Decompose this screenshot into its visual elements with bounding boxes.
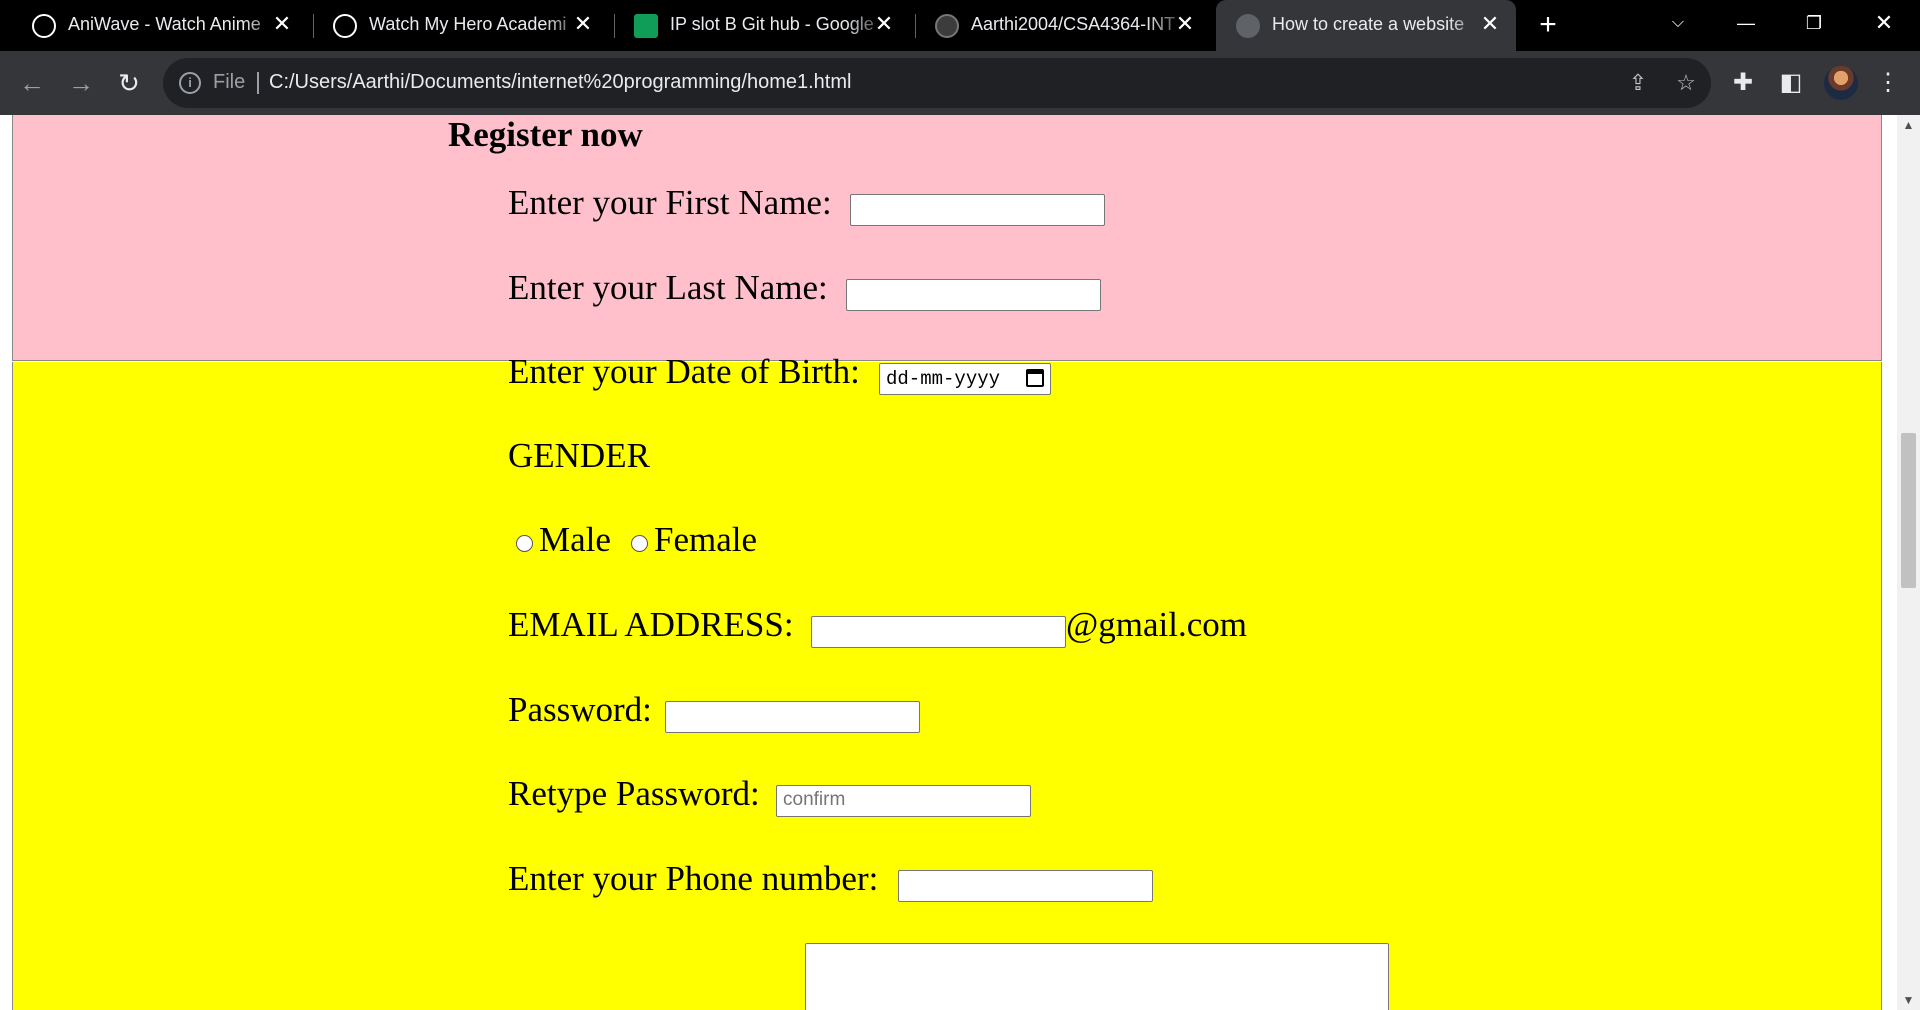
close-icon[interactable]: ✕: [1476, 10, 1504, 38]
bookmark-star-icon[interactable]: ☆: [1673, 70, 1699, 96]
minimize-button[interactable]: —: [1712, 0, 1780, 46]
last-name-input[interactable]: [846, 279, 1101, 311]
forward-arrow-icon[interactable]: →: [61, 63, 101, 103]
close-icon[interactable]: ✕: [1171, 10, 1199, 38]
male-option-label: Male: [539, 520, 611, 559]
address-url[interactable]: C:/Users/Aarthi/Documents/internet%20pro…: [269, 71, 851, 94]
phone-input[interactable]: [898, 870, 1153, 902]
female-option-label: Female: [654, 520, 758, 559]
reload-icon[interactable]: ↻: [109, 63, 149, 103]
tab-active-website[interactable]: How to create a website ✕: [1216, 0, 1516, 51]
tab-aniwave[interactable]: AniWave - Watch Anime ✕: [12, 0, 308, 51]
share-icon[interactable]: ⇪: [1625, 70, 1651, 96]
phone-label: Enter your Phone number:: [508, 859, 879, 898]
new-tab-button[interactable]: +: [1530, 8, 1566, 44]
calendar-icon[interactable]: [1026, 369, 1044, 387]
first-name-label: Enter your First Name:: [508, 183, 832, 222]
gender-label: GENDER: [508, 436, 650, 475]
globe-icon: [1236, 14, 1260, 38]
header-section: [12, 115, 1882, 361]
address-scheme-label: File: [213, 71, 246, 93]
tab-search-chevron-icon[interactable]: ⌵: [1644, 0, 1712, 46]
info-icon[interactable]: i: [179, 72, 201, 94]
tab-title: Watch My Hero Academi: [369, 14, 567, 34]
extensions-puzzle-icon[interactable]: ✚: [1723, 63, 1763, 103]
dob-date-input[interactable]: dd-mm-yyyy: [879, 363, 1051, 395]
email-input[interactable]: [811, 616, 1066, 648]
tab-github[interactable]: Aarthi2004/CSA4364-INT ✕: [915, 0, 1211, 51]
aniwave-logo-icon: [32, 14, 56, 38]
scroll-down-arrow-icon[interactable]: ▼: [1897, 990, 1920, 1010]
profile-avatar[interactable]: [1824, 66, 1858, 100]
close-window-button[interactable]: ✕: [1850, 0, 1918, 46]
first-name-input[interactable]: [850, 194, 1105, 226]
male-radio[interactable]: [516, 535, 533, 552]
form-section: [12, 362, 1882, 1010]
tab-google-sheets[interactable]: IP slot B Git hub - Google ✕: [614, 0, 910, 51]
email-domain-suffix: @gmail.com: [1066, 605, 1247, 644]
menu-kebab-icon[interactable]: ⋮: [1868, 63, 1908, 103]
tab-title: How to create a website: [1272, 14, 1465, 34]
google-sheets-icon: [634, 14, 658, 38]
retype-password-label: Retype Password:: [508, 774, 760, 813]
tab-title: Aarthi2004/CSA4364-INT: [971, 14, 1176, 34]
back-arrow-icon[interactable]: ←: [12, 63, 52, 103]
address-bar[interactable]: i File C:/Users/Aarthi/Documents/interne…: [163, 58, 1711, 108]
close-icon[interactable]: ✕: [870, 10, 898, 38]
close-icon[interactable]: ✕: [268, 10, 296, 38]
aniwave-logo-icon: [333, 14, 357, 38]
restore-button[interactable]: ❐: [1780, 0, 1848, 46]
page-scrollbar[interactable]: ▲ ▼: [1897, 115, 1920, 1010]
password-label: Password:: [508, 690, 652, 729]
github-icon: [935, 14, 959, 38]
tab-strip: AniWave - Watch Anime ✕ Watch My Hero Ac…: [0, 0, 1920, 51]
address-divider: [257, 72, 259, 94]
tab-hero-academia[interactable]: Watch My Hero Academi ✕: [313, 0, 609, 51]
scroll-up-arrow-icon[interactable]: ▲: [1897, 115, 1920, 135]
tab-title: IP slot B Git hub - Google: [670, 14, 874, 34]
dob-label: Enter your Date of Birth:: [508, 352, 860, 391]
password-input[interactable]: [665, 701, 920, 733]
page-viewport: Register now Enter your First Name: Ente…: [0, 115, 1897, 1010]
message-textarea[interactable]: [805, 943, 1389, 1010]
browser-toolbar: ← → ↻ i File C:/Users/Aarthi/Documents/i…: [0, 51, 1920, 115]
close-icon[interactable]: ✕: [569, 10, 597, 38]
date-format-text: dd-mm-yyyy: [886, 368, 1001, 390]
tab-title: AniWave - Watch Anime: [68, 14, 261, 34]
register-heading: Register now: [448, 115, 643, 154]
last-name-label: Enter your Last Name:: [508, 268, 828, 307]
retype-password-input[interactable]: confirm: [776, 785, 1031, 817]
scrollbar-thumb[interactable]: [1901, 433, 1916, 588]
side-panel-icon[interactable]: ◧: [1771, 63, 1811, 103]
email-label: EMAIL ADDRESS:: [508, 605, 794, 644]
female-radio[interactable]: [631, 535, 648, 552]
